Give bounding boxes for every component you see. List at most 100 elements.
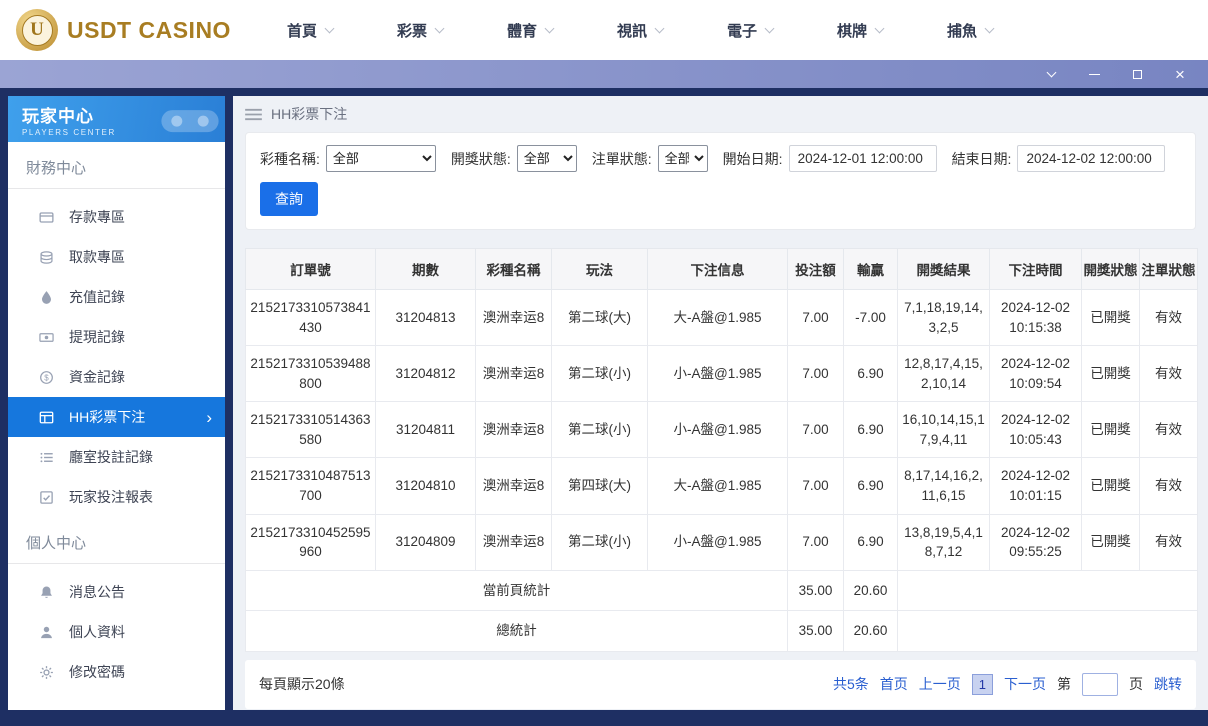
jump-button[interactable]: 跳转 [1154,674,1182,694]
nav-label: 首頁 [286,22,317,40]
search-button[interactable]: 查詢 [260,182,318,216]
summary-empty-cell [897,610,1198,652]
table-cell: 有效 [1139,401,1198,459]
table-cell: 澳洲幸运8 [475,513,552,571]
sidebar-item-withdraw[interactable]: 取款專區 [8,237,225,277]
first-page-link[interactable]: 首页 [880,674,908,694]
app-window: U USDT CASINO 首頁 彩票 體育 視訊 電子 棋牌 捕魚 × 玩家中… [0,0,1208,726]
sidebar-item-hall-bet-records[interactable]: 廳室投註記錄 [8,437,225,477]
table-cell: 7.00 [787,513,844,571]
lottery-name-select[interactable]: 全部 [325,145,436,172]
current-page-badge[interactable]: 1 [971,673,993,695]
players-center-text: 玩家中心 PLAYERS CENTER [22,102,116,137]
sidebar-item-announcements[interactable]: 消息公告 [8,572,225,612]
sidebar-item-player-bet-report[interactable]: 玩家投注報表 [8,477,225,517]
table-cell: 第四球(大) [551,457,648,515]
filter-start-date: 開始日期: [723,145,937,172]
end-date-input[interactable] [1017,145,1166,172]
sidebar-title: 玩家中心 [22,106,94,126]
column-header: 下注時間 [989,248,1082,290]
sidebar-item-cashout-records[interactable]: 提現記錄 [8,317,225,357]
table-cell: 大-A盤@1.985 [647,288,788,347]
sidebar-item-label: HH彩票下注 [69,409,146,425]
maximize-icon [1132,69,1142,79]
table-cell: 31204812 [375,345,476,403]
filter-row: 彩種名稱: 全部 開獎狀態: 全部 注單狀態: 全部 開始日期: 2024-12… [260,145,1181,172]
start-date-input[interactable] [788,145,937,172]
draw-status-select[interactable]: 全部 [516,145,577,172]
table-cell: 2024-12-02 10:01:15 [989,457,1082,515]
nav-label: 捕魚 [947,22,978,40]
pagination-controls: 共5条 首页 上一页 1 下一页 第 页 跳转 [833,672,1182,696]
window-maximize-button[interactable] [1129,66,1145,82]
nav-label: 電子 [727,22,758,40]
table-cell: 31204809 [375,513,476,571]
chevron-down-icon [984,23,995,33]
window-collapse-button[interactable] [1043,66,1059,82]
table-cell: 已開獎 [1081,457,1140,515]
lottery-name-label: 彩種名稱: [260,150,320,167]
column-header: 期數 [375,248,476,290]
table-cell: 7.00 [787,345,844,403]
summary-tbody: 當前頁統計 35.00 20.60 總統計 35.00 20.60 [245,569,1198,652]
sidebar-item-label: 廳室投註記錄 [69,449,153,465]
nav-label: 彩票 [396,22,427,40]
hamburger-icon[interactable] [245,108,262,121]
section-title-agent: 代理中心 [8,692,225,710]
finance-menu: 存款專區 取款專區 充值記錄 提現記錄 $ 資金記錄 HH彩票下注 › 廳室投註… [8,189,225,517]
order-status-select[interactable]: 全部 [657,145,708,172]
jump-page-input[interactable] [1082,672,1118,696]
nav-item-sports[interactable]: 體育 [507,20,555,41]
sidebar-item-label: 存款專區 [69,209,125,225]
nav-item-lottery[interactable]: 彩票 [396,20,445,41]
table-cell: 有效 [1139,345,1198,403]
table-cell: 6.90 [843,513,898,571]
window-close-button[interactable]: × [1172,66,1188,83]
nav-item-fishing[interactable]: 捕魚 [947,20,995,41]
table-cell: 小-A盤@1.985 [647,345,788,403]
chevron-down-icon [874,23,885,33]
sidebar-item-label: 消息公告 [69,584,125,600]
usdt-logo-icon: U [16,9,58,51]
top-nav: 首頁 彩票 體育 視訊 電子 棋牌 捕魚 [286,20,995,41]
column-header: 訂單號 [245,248,376,290]
nav-item-cards[interactable]: 棋牌 [837,20,885,41]
sidebar-item-recharge-records[interactable]: 充值記錄 [8,277,225,317]
sidebar-item-funds-records[interactable]: $ 資金記錄 [8,357,225,397]
table-cell: 有效 [1139,457,1198,515]
table-cell: 6.90 [843,401,898,459]
column-header: 玩法 [551,248,648,290]
table-cell: 有效 [1139,288,1198,347]
nav-item-video[interactable]: 視訊 [617,20,665,41]
brand-name: USDT CASINO [67,16,231,43]
players-center-banner: 玩家中心 PLAYERS CENTER [8,96,225,142]
chevron-down-icon [654,23,665,33]
nav-item-slots[interactable]: 電子 [727,20,775,41]
table-cell: 第二球(大) [551,288,648,347]
workspace: 玩家中心 PLAYERS CENTER 財務中心 存款專區 取款專區 充值記錄 … [0,88,1208,726]
table-cell: 16,10,14,15,17,9,4,11 [897,401,990,459]
nav-item-home[interactable]: 首頁 [286,20,335,41]
filter-order-status: 注單狀態: 全部 [592,145,708,172]
sidebar-item-profile[interactable]: 個人資料 [8,612,225,652]
prev-page-link[interactable]: 上一页 [919,674,961,694]
orders-table-card: 訂單號 期數 彩種名稱 玩法 下注信息 投注額 輸贏 開獎結果 下注時間 開獎狀態 注單狀態 215… [245,248,1198,652]
table-cell: 澳洲幸运8 [475,457,552,515]
sidebar-item-hh-lottery-bets[interactable]: HH彩票下注 › [8,397,225,437]
table-cell: 2152173310573841430 [245,288,376,347]
table-cell: 2024-12-02 09:55:25 [989,513,1082,571]
main-content: HH彩票下注 彩種名稱: 全部 開獎狀態: 全部 注單狀態: 全部 開始日期: … [233,96,1208,710]
funds-icon: $ [38,370,54,385]
summary-label: 當前頁統計 [245,569,788,612]
table-row: 2152173310573841430 31204813 澳洲幸运8 第二球(大) 大-… [245,288,1198,347]
window-minimize-button[interactable] [1086,66,1102,82]
sidebar: 玩家中心 PLAYERS CENTER 財務中心 存款專區 取款專區 充值記錄 … [8,96,225,710]
orders-tbody: 2152173310573841430 31204813 澳洲幸运8 第二球(大) 大-… [245,288,1198,571]
brand-logo[interactable]: U USDT CASINO [16,9,231,51]
sidebar-item-change-password[interactable]: 修改密碼 [8,652,225,692]
recharge-icon [38,290,54,305]
column-header: 開獎狀態 [1081,248,1140,290]
sidebar-item-deposit[interactable]: 存款專區 [8,197,225,237]
next-page-link[interactable]: 下一页 [1004,674,1046,694]
table-cell: 7.00 [787,288,844,347]
